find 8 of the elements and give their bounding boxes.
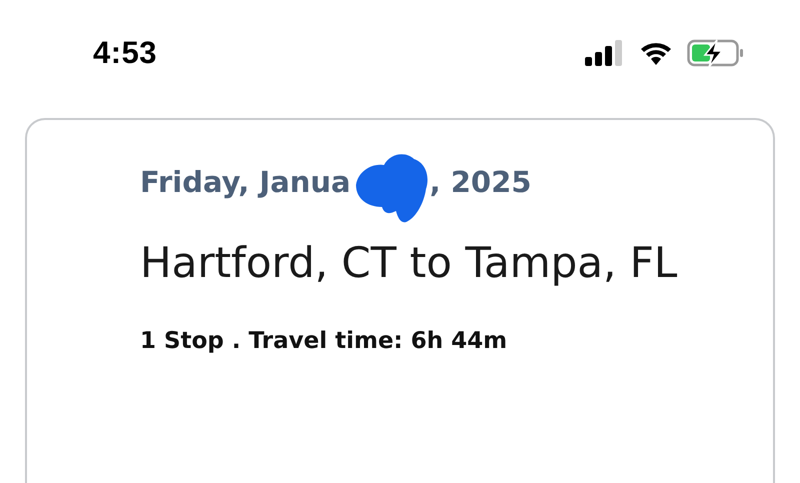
date-text: Friday, Janua [140, 165, 351, 199]
wifi-icon [639, 40, 673, 66]
trip-summary: 1 Stop . Travel time: 6h 44m [140, 328, 508, 354]
signal-icon [585, 40, 625, 66]
battery-charging-icon [687, 39, 745, 67]
clock-time: 4:53 [93, 35, 158, 71]
date-text: , 2025 [430, 165, 532, 199]
route-title: Hartford, CT to Tampa, FL [140, 237, 678, 289]
